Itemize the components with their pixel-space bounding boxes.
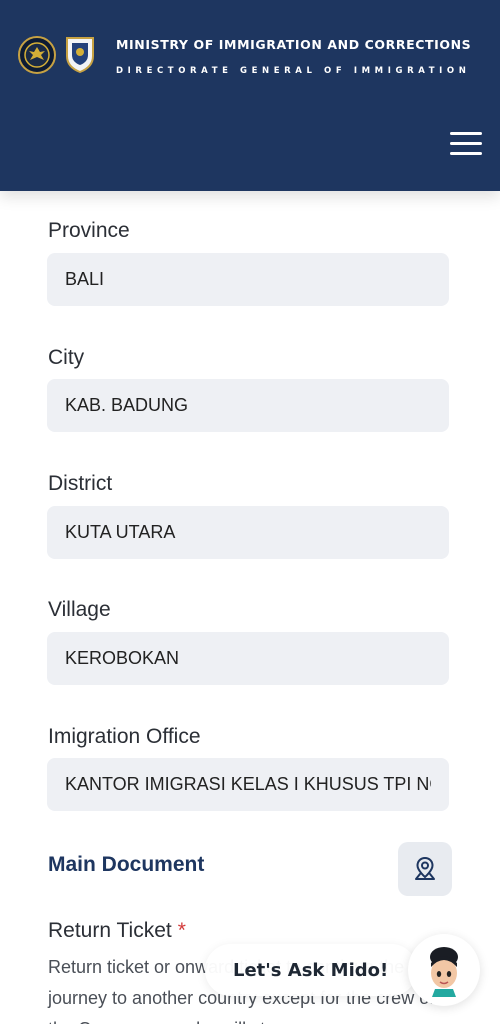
top-header: MINISTRY OF IMMIGRATION AND CORRECTIONS … [0,0,500,191]
village-field[interactable] [47,632,449,685]
city-field[interactable] [47,379,449,432]
ask-mido-button[interactable]: Let's Ask Mido! [205,944,417,996]
map-pin-button[interactable] [398,842,452,896]
district-label: District [48,472,113,495]
immigration-office-field[interactable] [47,758,449,811]
province-label: Province [48,219,130,242]
hamburger-menu-icon[interactable] [446,130,486,158]
city-label: City [48,346,85,369]
immigration-shield-icon [62,34,98,74]
village-label: Village [48,598,111,621]
map-pin-icon [415,856,435,880]
garuda-emblem-icon [18,36,56,74]
required-mark: * [177,919,186,942]
immigration-office-label: Imigration Office [48,725,201,748]
district-field[interactable] [47,506,449,559]
return-ticket-label-text: Return Ticket [48,919,172,942]
directorate-subtitle: DIRECTORATE GENERAL OF IMMIGRATION [116,66,471,76]
ministry-title: MINISTRY OF IMMIGRATION AND CORRECTIONS [116,37,472,52]
province-field[interactable] [47,253,449,306]
mido-avatar-icon[interactable] [408,934,480,1006]
main-document-title: Main Document [48,853,205,876]
return-ticket-label: Return Ticket * [48,919,186,943]
